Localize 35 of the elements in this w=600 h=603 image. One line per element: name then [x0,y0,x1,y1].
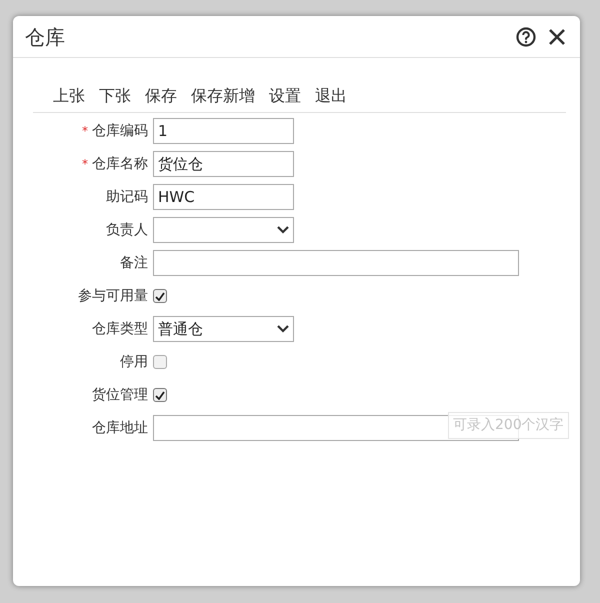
field-label: 仓库地址 [92,418,148,438]
field-label: 负责人 [106,220,148,240]
input-field[interactable]: HWC [153,184,294,210]
field-label: 停用 [120,352,148,372]
required-mark: * [82,123,88,140]
toolbar-button[interactable]: 下张 [99,84,131,108]
help-icon[interactable] [516,26,536,46]
field-label: 参与可用量 [78,286,148,306]
toolbar-button[interactable]: 保存 [145,84,177,108]
dropdown-value: 普通仓 [158,318,203,340]
input-field[interactable]: 货位仓 [153,151,294,177]
close-icon[interactable] [548,28,566,46]
input-field[interactable]: 1 [153,118,294,144]
toolbar-button[interactable]: 退出 [315,84,347,108]
tooltip: 可录入200个汉字 [448,412,569,439]
chevron-down-icon [277,226,289,234]
field-label: 仓库类型 [92,320,148,338]
field-label: 助记码 [106,188,148,206]
checkbox[interactable] [153,388,167,402]
toolbar-button[interactable]: 上张 [53,84,85,108]
dropdown[interactable]: 普通仓 [153,316,294,342]
check-icon [155,292,165,300]
toolbar-button[interactable]: 保存新增 [191,84,255,108]
field-label: 仓库名称 [92,154,148,174]
required-mark: * [82,156,88,173]
field-label: 仓库编码 [92,122,148,140]
toolbar-button[interactable]: 设置 [269,84,301,108]
window-title: 仓库 [25,24,65,50]
check-icon [155,390,165,400]
checkbox[interactable] [153,289,167,303]
field-label: 货位管理 [92,386,148,404]
input-field[interactable] [153,250,519,276]
chevron-down-icon [277,325,289,333]
checkbox[interactable] [153,355,167,369]
field-label: 备注 [120,254,148,272]
